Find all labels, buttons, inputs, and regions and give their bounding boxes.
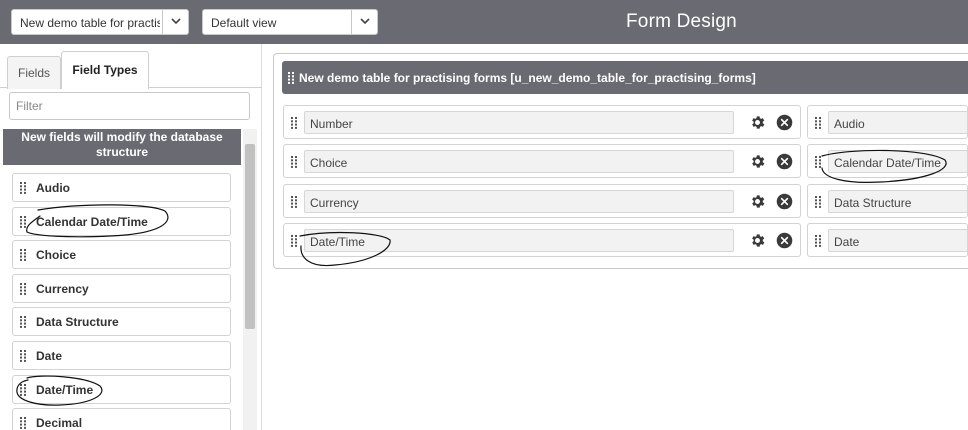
field-type-date[interactable]: Date <box>12 340 231 370</box>
drag-handle-icon[interactable] <box>20 282 26 295</box>
form-field-label: Date/Time <box>304 229 734 252</box>
chevron-down-icon <box>360 18 370 25</box>
field-type-label: Choice <box>36 248 77 263</box>
drag-handle-icon[interactable] <box>815 235 821 247</box>
drag-handle-icon[interactable] <box>288 72 294 84</box>
drag-handle-icon[interactable] <box>20 349 26 362</box>
field-type-label: Decimal <box>36 416 83 430</box>
view-select-toggle[interactable] <box>351 10 377 34</box>
form-field-label: Currency <box>304 190 734 213</box>
gear-icon[interactable] <box>749 232 766 249</box>
drag-handle-icon[interactable] <box>20 182 26 194</box>
form-field-audio[interactable]: Audio <box>807 105 968 139</box>
field-type-label: Data Structure <box>36 315 119 330</box>
chevron-down-icon <box>171 18 181 25</box>
close-circle-icon[interactable] <box>776 153 793 170</box>
form-field-label: Date <box>828 229 968 252</box>
field-palette-panel: Fields Field Types New fields will modif… <box>0 44 262 430</box>
drag-handle-icon[interactable] <box>291 235 297 247</box>
form-section-title: New demo table for practising forms [u_n… <box>299 71 756 85</box>
close-circle-icon[interactable] <box>776 232 793 249</box>
drag-handle-icon[interactable] <box>291 196 297 208</box>
form-field-currency[interactable]: Currency <box>283 184 801 218</box>
form-field-label: Audio <box>828 111 968 134</box>
field-type-list: Audio Calendar Date/Time Choice Currency… <box>12 173 231 430</box>
field-type-label: Date <box>36 348 63 363</box>
field-type-label: Audio <box>36 181 70 195</box>
form-field-choice[interactable]: Choice <box>283 144 801 178</box>
field-type-currency[interactable]: Currency <box>12 273 231 303</box>
field-type-label: Date/Time <box>36 382 94 397</box>
gear-icon[interactable] <box>749 193 766 210</box>
drag-handle-icon[interactable] <box>815 117 821 129</box>
form-field-label: Calendar Date/Time <box>828 150 968 173</box>
database-notice: New fields will modify the database stru… <box>3 129 241 165</box>
form-field-date-time[interactable]: Date/Time <box>283 223 801 257</box>
field-type-choice[interactable]: Choice <box>12 240 231 270</box>
top-bar: New demo table for practising forms Defa… <box>0 0 968 44</box>
form-field-calendar-date-time[interactable]: Calendar Date/Time <box>807 144 968 178</box>
field-type-date-time[interactable]: Date/Time <box>12 374 231 404</box>
drag-handle-icon[interactable] <box>20 417 26 430</box>
drag-handle-icon[interactable] <box>20 383 26 396</box>
field-type-label: Calendar Date/Time <box>36 214 148 229</box>
form-field-label: Number <box>304 111 734 134</box>
tab-field-types[interactable]: Field Types <box>61 51 149 89</box>
view-select-value: Default view <box>211 16 277 30</box>
drag-handle-icon[interactable] <box>291 117 297 129</box>
palette-tabs: Fields Field Types <box>0 44 262 89</box>
form-section-header[interactable]: New demo table for practising forms [u_n… <box>282 61 968 94</box>
view-select[interactable]: Default view <box>202 9 378 35</box>
drag-handle-icon[interactable] <box>20 215 26 228</box>
gear-icon[interactable] <box>749 114 766 131</box>
field-type-calendar-date-time[interactable]: Calendar Date/Time <box>12 206 231 236</box>
form-field-label: Choice <box>304 150 734 173</box>
field-type-decimal[interactable]: Decimal <box>12 408 231 430</box>
table-select-toggle[interactable] <box>162 10 188 34</box>
drag-handle-icon[interactable] <box>815 156 821 168</box>
table-select-value: New demo table for practising forms <box>20 16 160 30</box>
gear-icon[interactable] <box>749 153 766 170</box>
tab-fields[interactable]: Fields <box>7 56 61 89</box>
drag-handle-icon[interactable] <box>291 156 297 168</box>
page-title: Form Design <box>626 11 737 32</box>
field-type-label: Currency <box>36 281 89 296</box>
drag-handle-icon[interactable] <box>20 316 26 329</box>
field-type-audio[interactable]: Audio <box>12 173 231 202</box>
form-field-number[interactable]: Number <box>283 105 801 139</box>
palette-scrollbar-thumb[interactable] <box>245 144 255 329</box>
field-type-data-structure[interactable]: Data Structure <box>12 307 231 337</box>
close-circle-icon[interactable] <box>776 193 793 210</box>
close-circle-icon[interactable] <box>776 114 793 131</box>
drag-handle-icon[interactable] <box>20 249 26 262</box>
form-field-data-structure[interactable]: Data Structure <box>807 184 968 218</box>
filter-input[interactable] <box>9 92 250 120</box>
drag-handle-icon[interactable] <box>815 196 821 208</box>
form-field-date[interactable]: Date <box>807 223 968 257</box>
table-select[interactable]: New demo table for practising forms <box>11 9 189 35</box>
form-field-label: Data Structure <box>828 190 968 213</box>
